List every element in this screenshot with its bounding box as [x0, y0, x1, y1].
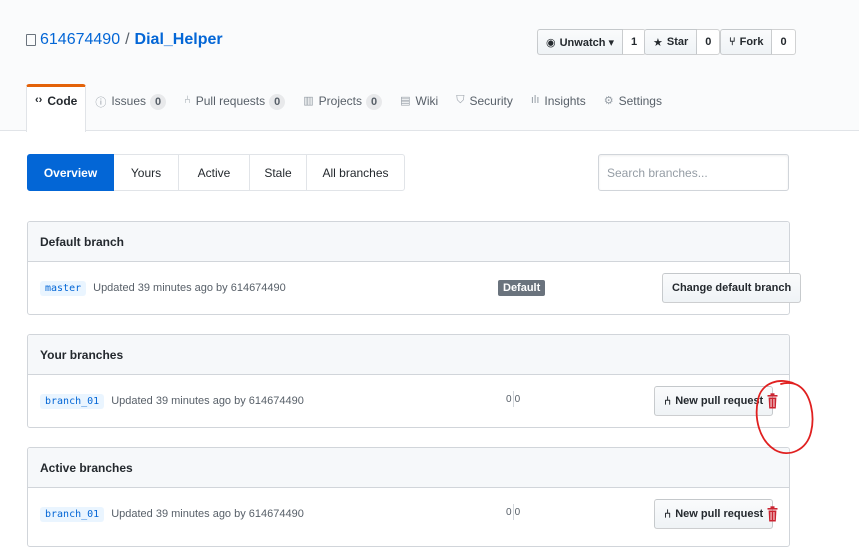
tab-security-label: Security: [469, 94, 513, 108]
star-count[interactable]: 0: [697, 29, 721, 55]
tab-pull-requests-label: Pull requests: [195, 94, 266, 108]
tab-code[interactable]: ‹› Code: [26, 84, 87, 132]
star-button[interactable]: ★ Star: [644, 29, 698, 55]
repo-title: 614674490 / Dial_Helper: [26, 31, 223, 49]
subnav-stale[interactable]: Stale: [249, 154, 307, 191]
tab-code-label: Code: [47, 94, 78, 108]
fork-icon: ⑂: [729, 36, 736, 48]
branch-filter-nav: Overview Yours Active Stale All branches: [27, 154, 405, 191]
eye-icon: ◉: [546, 36, 556, 49]
git-pull-request-icon: ⑃: [184, 94, 191, 106]
gear-icon: ⚙: [603, 95, 614, 107]
repo-separator: /: [125, 31, 130, 48]
fork-label: Fork: [739, 36, 764, 48]
new-pull-request-button[interactable]: ⑃ New pull request: [654, 499, 774, 529]
project-icon: ▥: [303, 95, 314, 107]
fork-button[interactable]: ⑂ Fork: [720, 29, 773, 55]
fork-group: ⑂ Fork 0: [720, 29, 796, 55]
repo-header: 614674490 / Dial_Helper ◉ Unwatch ▾ 1 ★ …: [0, 0, 859, 132]
default-branch-box: Default branch master Updated 39 minutes…: [27, 221, 802, 315]
tab-insights[interactable]: ılı Insights: [522, 84, 595, 131]
behind-count: 0: [506, 393, 512, 405]
active-branches-box: Active branches branch_01 Updated 39 min…: [27, 447, 790, 547]
subnav-overview[interactable]: Overview: [27, 154, 114, 191]
subnav-yours[interactable]: Yours: [113, 154, 179, 191]
ahead-behind-divider: [512, 504, 514, 520]
your-branches-header: Your branches: [28, 335, 789, 375]
ahead-count: 0: [514, 506, 521, 518]
branch-updated-text: Updated 39 minutes ago by 614674490: [111, 508, 304, 520]
tab-issues[interactable]: ⓘ Issues 0: [86, 84, 175, 131]
watch-count[interactable]: 1: [623, 29, 647, 55]
tab-settings[interactable]: ⚙ Settings: [595, 84, 671, 131]
new-pull-request-label: New pull request: [675, 508, 764, 520]
issue-opened-icon: ⓘ: [95, 97, 107, 109]
star-icon: ★: [653, 36, 663, 49]
repo-name-link[interactable]: Dial_Helper: [135, 31, 223, 49]
graph-icon: ılı: [530, 94, 540, 106]
trash-icon[interactable]: [767, 506, 778, 522]
unwatch-button[interactable]: ◉ Unwatch ▾: [537, 29, 624, 55]
tab-projects[interactable]: ▥ Projects 0: [294, 84, 391, 131]
your-branches-box: Your branches branch_01 Updated 39 minut…: [27, 334, 790, 428]
ahead-behind-counts: 0 0: [506, 504, 520, 520]
tab-wiki[interactable]: ▤ Wiki: [391, 84, 447, 131]
branch-updated-text: Updated 39 minutes ago by 614674490: [111, 395, 304, 407]
branch-name-link[interactable]: branch_01: [40, 506, 105, 522]
change-default-branch-button[interactable]: Change default branch: [662, 273, 802, 303]
tab-projects-label: Projects: [318, 94, 363, 108]
ahead-count: 0: [514, 393, 521, 405]
shield-icon: ⛉: [456, 94, 465, 106]
ahead-behind-counts: 0 0: [506, 391, 520, 407]
book-icon: ▤: [400, 95, 411, 107]
issues-counter: 0: [150, 94, 167, 110]
default-branch-header: Default branch: [28, 222, 789, 262]
subnav-active[interactable]: Active: [178, 154, 250, 191]
default-badge: Default: [498, 280, 546, 296]
active-branches-header: Active branches: [28, 448, 789, 488]
behind-count: 0: [506, 506, 512, 518]
git-pull-request-icon: ⑃: [664, 394, 672, 408]
tab-wiki-label: Wiki: [415, 94, 439, 108]
branch-row: master Updated 39 minutes ago by 6146744…: [28, 262, 802, 314]
tab-settings-label: Settings: [618, 94, 662, 108]
repo-nav: ‹› Code ⓘ Issues 0 ⑃ Pull requests 0 ▥ P…: [26, 84, 671, 132]
unwatch-label: Unwatch ▾: [559, 36, 615, 49]
git-pull-request-icon: ⑃: [664, 507, 672, 521]
watch-group: ◉ Unwatch ▾ 1: [537, 29, 647, 55]
tab-issues-label: Issues: [111, 94, 147, 108]
branch-updated-text: Updated 39 minutes ago by 614674490: [93, 282, 286, 294]
star-label: Star: [666, 36, 689, 48]
projects-counter: 0: [366, 94, 383, 110]
tab-pull-requests[interactable]: ⑃ Pull requests 0: [175, 84, 294, 131]
ahead-behind-divider: [512, 391, 514, 407]
annotation-circle: [755, 380, 814, 454]
subnav-all-branches[interactable]: All branches: [306, 154, 405, 191]
tab-insights-label: Insights: [544, 94, 586, 108]
code-icon: ‹›: [35, 94, 43, 106]
repo-owner-link[interactable]: 614674490: [40, 31, 120, 49]
branch-name-link[interactable]: master: [40, 280, 87, 296]
branch-name-link[interactable]: branch_01: [40, 393, 105, 409]
star-group: ★ Star 0: [644, 29, 721, 55]
fork-count[interactable]: 0: [772, 29, 796, 55]
search-branches-input[interactable]: [598, 154, 789, 191]
repo-icon: [26, 34, 36, 46]
branch-row: branch_01 Updated 39 minutes ago by 6146…: [28, 375, 789, 427]
tab-security[interactable]: ⛉ Security: [447, 84, 522, 131]
pull-requests-counter: 0: [269, 94, 286, 110]
branch-row: branch_01 Updated 39 minutes ago by 6146…: [28, 488, 789, 540]
